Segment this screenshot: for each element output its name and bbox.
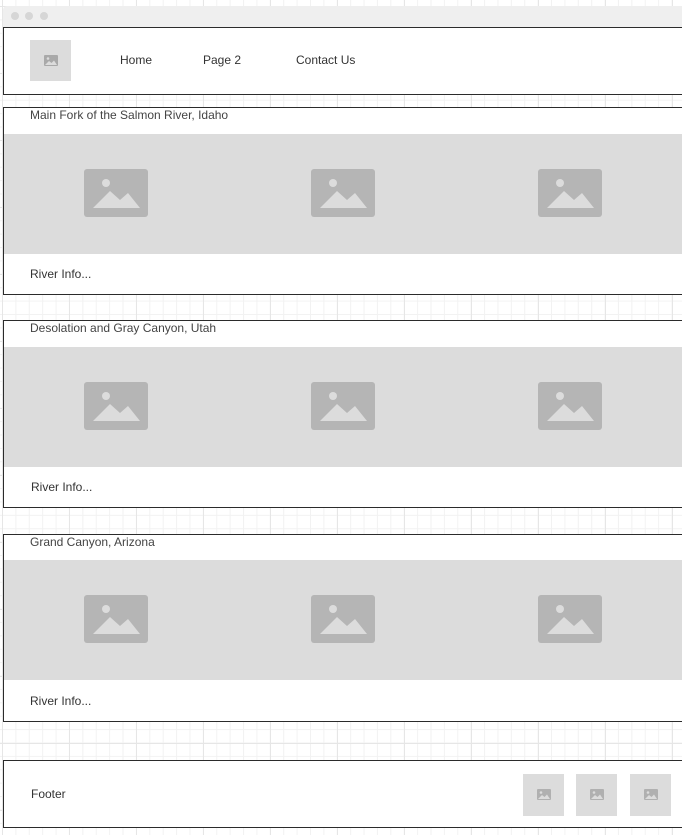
site-footer: Footer — [3, 760, 682, 828]
image-placeholder-icon[interactable] — [538, 169, 602, 217]
river-section-desolation: Desolation and Gray Canyon, Utah River I… — [3, 320, 682, 508]
image-gallery — [4, 560, 682, 680]
river-info-link[interactable]: River Info... — [31, 480, 92, 494]
river-section-salmon: Main Fork of the Salmon River, Idaho Riv… — [3, 107, 682, 295]
image-placeholder-icon — [537, 789, 551, 800]
section-title: Grand Canyon, Arizona — [30, 535, 155, 549]
image-placeholder-icon[interactable] — [538, 595, 602, 643]
image-placeholder-icon[interactable] — [311, 169, 375, 217]
nav-page-2-link[interactable]: Page 2 — [203, 53, 241, 67]
window-close-dot[interactable] — [11, 12, 19, 20]
image-placeholder-icon[interactable] — [84, 595, 148, 643]
image-placeholder-icon[interactable] — [538, 382, 602, 430]
logo-image[interactable] — [30, 40, 71, 81]
footer-image[interactable] — [630, 774, 671, 816]
image-placeholder-icon[interactable] — [311, 382, 375, 430]
footer-label: Footer — [31, 787, 66, 801]
image-placeholder-icon[interactable] — [84, 382, 148, 430]
river-info-link[interactable]: River Info... — [30, 267, 91, 281]
section-title: Desolation and Gray Canyon, Utah — [30, 321, 217, 335]
section-title: Main Fork of the Salmon River, Idaho — [30, 108, 229, 122]
nav-home-link[interactable]: Home — [120, 53, 152, 67]
river-info-link[interactable]: River Info... — [30, 694, 91, 708]
window-maximize-dot[interactable] — [40, 12, 48, 20]
nav-contact-us-link[interactable]: Contact Us — [296, 53, 355, 67]
image-placeholder-icon — [590, 789, 604, 800]
window-titlebar — [3, 6, 682, 27]
river-section-grand-canyon: Grand Canyon, Arizona River Info... — [3, 534, 682, 722]
image-gallery — [4, 134, 682, 254]
footer-image[interactable] — [576, 774, 617, 816]
image-placeholder-icon[interactable] — [311, 595, 375, 643]
window-minimize-dot[interactable] — [25, 12, 33, 20]
image-placeholder-icon — [44, 55, 58, 66]
footer-image[interactable] — [523, 774, 564, 816]
site-header: Home Page 2 Contact Us — [3, 27, 682, 95]
image-placeholder-icon[interactable] — [84, 169, 148, 217]
image-placeholder-icon — [644, 789, 658, 800]
image-gallery — [4, 347, 682, 467]
